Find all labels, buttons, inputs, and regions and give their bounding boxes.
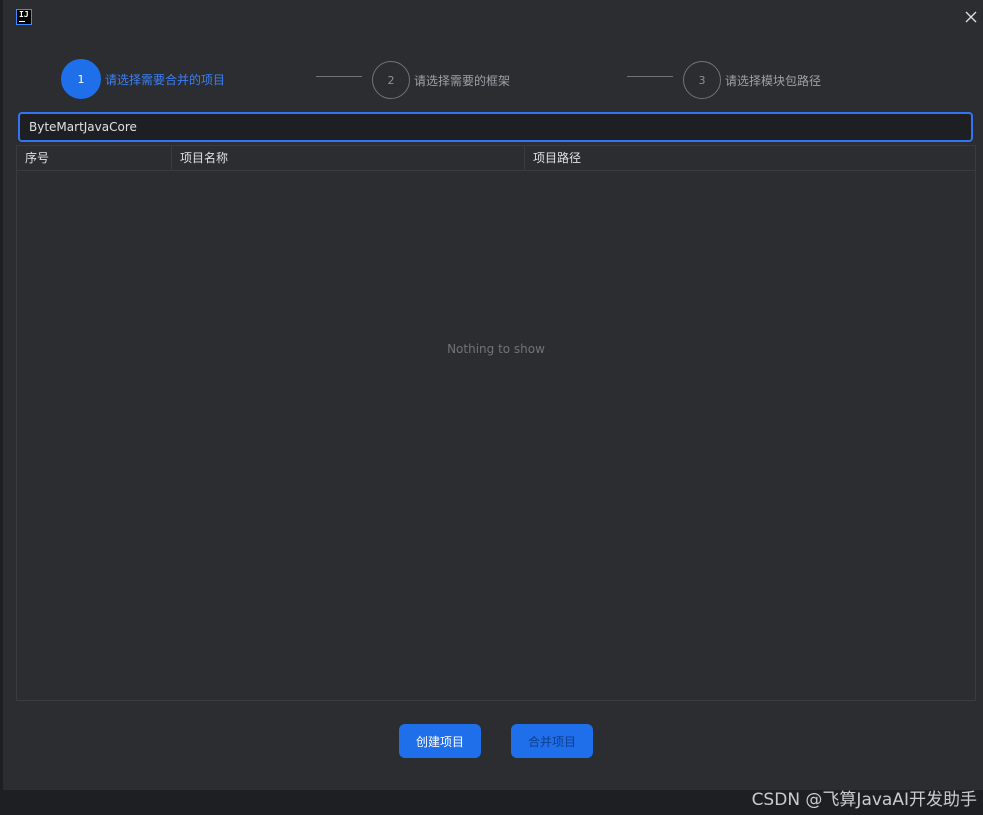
- step-3-circle: 3: [683, 61, 721, 99]
- column-header-path[interactable]: 项目路径: [524, 146, 975, 170]
- watermark-text: CSDN @飞算JavaAI开发助手: [751, 790, 977, 810]
- wizard-steps: 1 请选择需要合并的项目 2 请选择需要的框架 3 请选择模块包路径: [0, 58, 983, 104]
- table-header: 序号 项目名称 项目路径: [17, 146, 975, 171]
- column-header-name[interactable]: 项目名称: [171, 146, 524, 170]
- step-2: 2 请选择需要的框架: [372, 59, 510, 101]
- merge-project-button[interactable]: 合并项目: [511, 724, 593, 758]
- window-edge: [0, 0, 3, 790]
- step-1-circle: 1: [61, 59, 101, 99]
- column-header-index[interactable]: 序号: [17, 146, 171, 170]
- search-input[interactable]: ByteMartJavaCore: [18, 112, 973, 142]
- step-1: 1 请选择需要合并的项目: [61, 58, 225, 100]
- step-connector: [627, 76, 673, 77]
- step-3: 3 请选择模块包路径: [683, 59, 821, 101]
- step-1-label: 请选择需要合并的项目: [105, 72, 226, 87]
- title-bar: IJ: [0, 0, 983, 32]
- app-logo-icon: IJ: [16, 9, 32, 25]
- step-connector: [316, 76, 362, 77]
- step-2-label: 请选择需要的框架: [414, 73, 511, 88]
- project-table: 序号 项目名称 项目路径 Nothing to show: [16, 145, 976, 701]
- search-input-value: ByteMartJavaCore: [29, 120, 137, 134]
- step-2-circle: 2: [372, 61, 410, 99]
- create-project-button[interactable]: 创建项目: [399, 724, 481, 758]
- step-3-label: 请选择模块包路径: [725, 73, 822, 88]
- empty-state-text: Nothing to show: [447, 342, 545, 356]
- close-icon[interactable]: [962, 8, 980, 26]
